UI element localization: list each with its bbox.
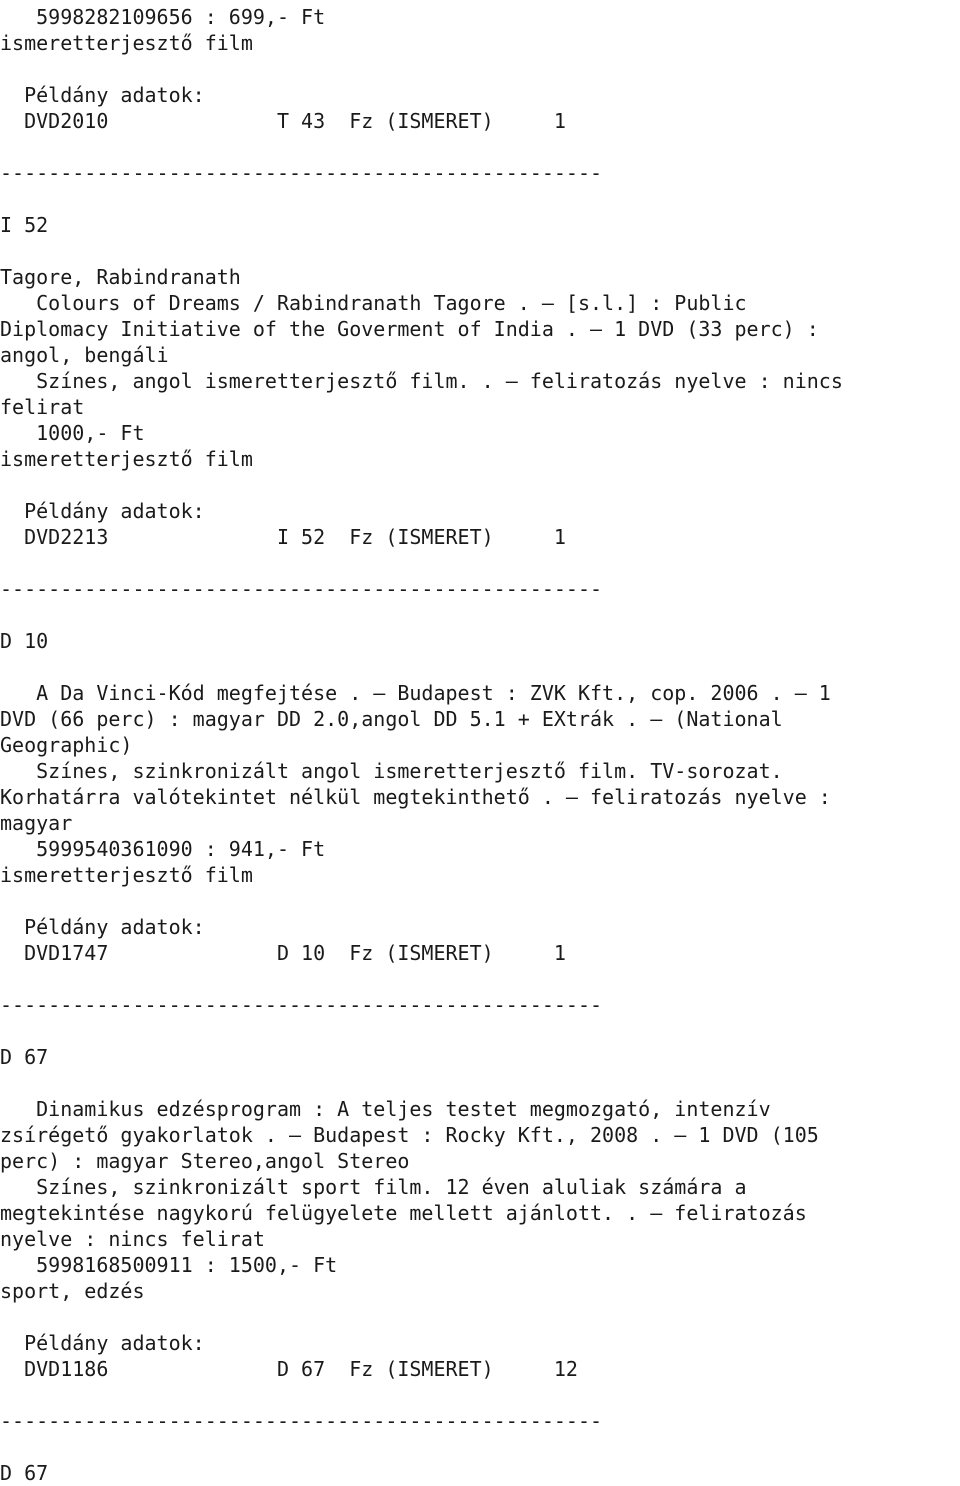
catalog-document-page: 5998282109656 : 699,- Ft ismeretterjeszt… [0, 0, 960, 1485]
document-body: 5998282109656 : 699,- Ft ismeretterjeszt… [0, 0, 960, 1486]
catalog-text-content: 5998282109656 : 699,- Ft ismeretterjeszt… [0, 5, 843, 1485]
